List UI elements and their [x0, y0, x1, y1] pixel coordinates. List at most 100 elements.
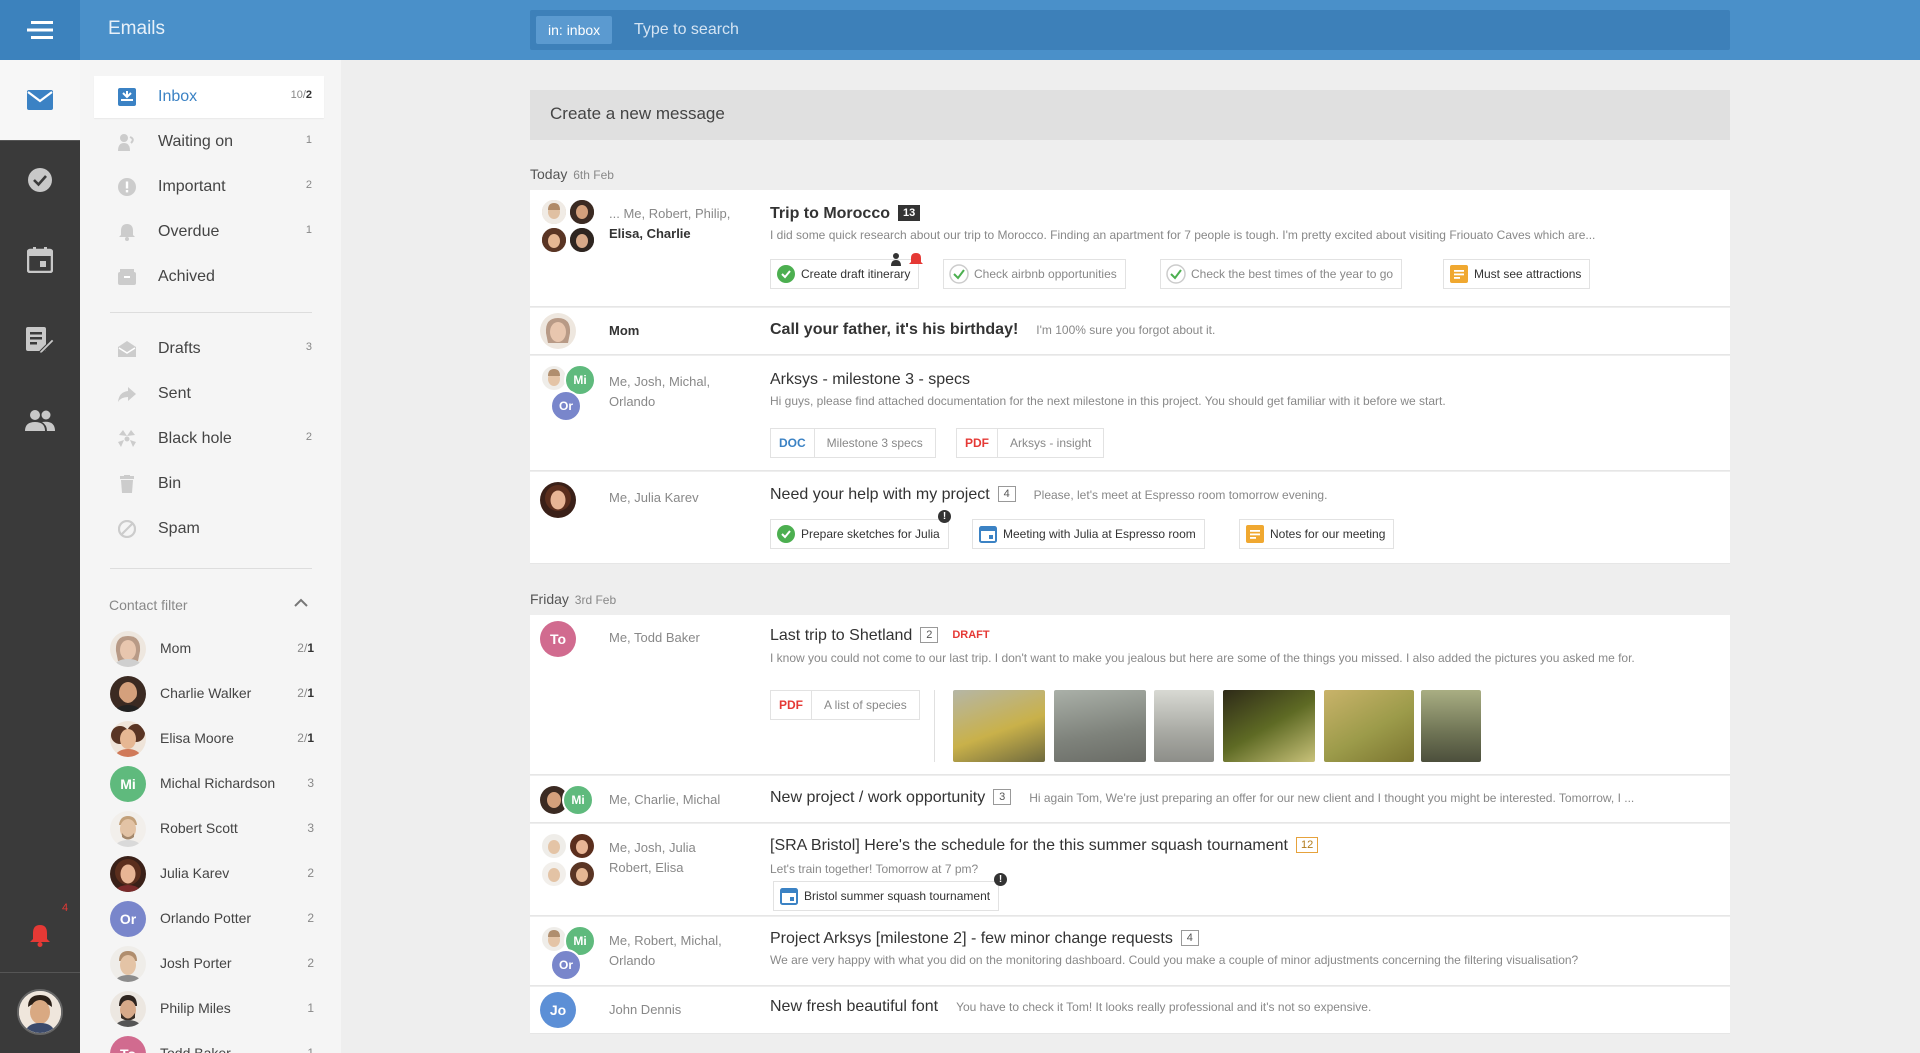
email-row[interactable]: Mi Or Me, Josh, Michal, Orlando Arksys -… — [530, 356, 1730, 471]
contact-item[interactable]: Julia Karev 2 — [110, 854, 314, 894]
avatar: Or — [550, 390, 582, 422]
contact-item[interactable]: Charlie Walker 2/1 — [110, 674, 314, 714]
image-thumbnail[interactable] — [953, 690, 1045, 762]
search-scope-chip[interactable]: in: inbox — [536, 16, 613, 44]
search-scope-value: inbox — [566, 22, 601, 38]
email-row[interactable]: To Me, Todd Baker Last trip to Shetland 2… — [530, 615, 1730, 775]
email-snippet: I did some quick research about our trip… — [770, 228, 1596, 242]
task-chip[interactable]: Check the best times of the year to go — [1160, 259, 1403, 289]
email-snippet: I'm 100% sure you forgot about it. — [1036, 323, 1216, 337]
contact-count: 2 — [307, 956, 314, 970]
folder-sent[interactable]: Sent — [94, 373, 324, 415]
search-input[interactable] — [634, 17, 1634, 43]
rail-notes[interactable] — [0, 300, 80, 380]
event-chip[interactable]: Meeting with Julia at Espresso room — [972, 519, 1205, 549]
menu-button[interactable] — [0, 0, 80, 60]
email-row[interactable]: Mom Call your father, it's his birthday!… — [530, 308, 1730, 355]
user-avatar[interactable] — [17, 989, 63, 1035]
sidebar-divider — [110, 568, 312, 569]
email-row[interactable]: ... Me, Robert, Philip, Elisa, Charlie Tr… — [530, 190, 1730, 307]
image-thumbnail[interactable] — [1223, 690, 1315, 762]
people-icon — [25, 410, 55, 431]
folder-important[interactable]: Important 2 — [94, 166, 324, 208]
compose-button[interactable]: Create a new message — [530, 90, 1730, 140]
folder-spam[interactable]: Spam — [94, 508, 324, 550]
folder-bin[interactable]: Bin — [94, 463, 324, 505]
folder-inbox[interactable]: Inbox 10/2 — [94, 76, 324, 118]
waiting-icon — [118, 134, 134, 151]
attachment-chip[interactable]: PDF Arksys - insight — [956, 428, 1105, 458]
folder-black-hole[interactable]: Black hole 2 — [94, 418, 324, 460]
bell-icon — [119, 224, 135, 241]
contact-item[interactable]: Mi Michal Richardson 3 — [110, 764, 314, 804]
note-chip[interactable]: Must see attractions — [1443, 259, 1591, 289]
email-subject: Project Arksys [milestone 2] - few minor… — [770, 930, 1199, 948]
task-chip[interactable]: Check airbnb opportunities — [943, 259, 1126, 289]
attachment-chip[interactable]: DOC Milestone 3 specs — [770, 428, 936, 458]
image-thumbnail[interactable] — [1324, 690, 1414, 762]
thread-count-badge: 4 — [1180, 930, 1199, 946]
bell-alert-icon — [30, 925, 50, 947]
avatar — [568, 198, 596, 226]
sidebar: Inbox 10/2 Waiting on 1 Important 2 Over… — [80, 60, 341, 1053]
check-outline-icon — [1166, 264, 1186, 284]
email-row[interactable]: Jo John Dennis New fresh beautiful font Y… — [530, 987, 1730, 1034]
rail-contacts[interactable] — [0, 380, 80, 460]
note-icon — [1450, 265, 1468, 283]
email-subject: New fresh beautiful font You have to chec… — [770, 998, 1372, 1015]
email-row[interactable]: Me, Josh, Julia Robert, Elisa [SRA Brist… — [530, 824, 1730, 916]
hamburger-icon — [27, 21, 53, 39]
avatar — [568, 860, 596, 888]
email-row[interactable]: Mi Or Me, Robert, Michal, Orlando Projec… — [530, 917, 1730, 986]
email-subject: Call your father, it's his birthday! I'm … — [770, 321, 1216, 338]
chevron-up-icon[interactable] — [294, 598, 308, 608]
sidebar-divider — [110, 312, 312, 313]
archive-icon — [118, 269, 136, 285]
avatar — [110, 631, 146, 667]
note-label: Notes for our meeting — [1270, 527, 1386, 541]
email-subject: Need your help with my project 4 Please, l… — [770, 486, 1328, 503]
folder-archived[interactable]: Achived — [94, 256, 324, 298]
email-snippet: Hi guys, please find attached documentat… — [770, 394, 1446, 408]
contact-item[interactable]: Philip Miles 1 — [110, 989, 314, 1029]
contact-item[interactable]: Or Orlando Potter 2 — [110, 899, 314, 939]
rail-calendar[interactable] — [0, 220, 80, 300]
folder-drafts[interactable]: Drafts 3 — [94, 328, 324, 370]
image-thumbnail[interactable] — [1154, 690, 1214, 762]
task-label: Check the best times of the year to go — [1191, 267, 1394, 281]
thread-count-badge: 4 — [997, 486, 1016, 502]
contact-name: Josh Porter — [160, 955, 232, 971]
avatar: Or — [110, 901, 146, 937]
rail-email[interactable] — [0, 60, 80, 140]
search-scope-prefix: in: — [548, 22, 563, 38]
email-row[interactable]: Me, Julia Karev Need your help with my p… — [530, 472, 1730, 564]
rail-tasks[interactable] — [0, 140, 80, 220]
day-header: Today 6th Feb — [530, 166, 614, 182]
file-type-label: DOC — [771, 429, 815, 457]
avatar — [540, 226, 568, 254]
contact-item[interactable]: Mom 2/1 — [110, 629, 314, 669]
email-row[interactable]: Mi Me, Charlie, Michal New project / wor… — [530, 776, 1730, 823]
spam-icon — [118, 520, 136, 538]
avatar-group: Mi Or — [540, 364, 600, 424]
task-chip[interactable]: Prepare sketches for Julia — [770, 519, 949, 549]
contact-item[interactable]: Elisa Moore 2/1 — [110, 719, 314, 759]
image-thumbnail[interactable] — [1421, 690, 1481, 762]
folder-overdue[interactable]: Overdue 1 — [94, 211, 324, 253]
app-title: Emails — [108, 18, 166, 39]
image-thumbnail[interactable] — [1054, 690, 1146, 762]
event-chip[interactable]: Bristol summer squash tournament — [773, 881, 1000, 911]
avatar: To — [540, 621, 576, 657]
folder-label: Waiting on — [158, 133, 233, 150]
folder-waiting-on[interactable]: Waiting on 1 — [94, 121, 324, 163]
contact-item[interactable]: Josh Porter 2 — [110, 944, 314, 984]
contact-item[interactable]: To Todd Baker 1 — [110, 1034, 314, 1053]
note-chip[interactable]: Notes for our meeting — [1239, 519, 1395, 549]
folder-count: 1 — [305, 224, 312, 236]
attachment-chip[interactable]: PDF A list of species — [770, 690, 920, 720]
email-participants: Mom — [609, 323, 640, 338]
contact-item[interactable]: Robert Scott 3 — [110, 809, 314, 849]
email-participants: John Dennis — [609, 1002, 682, 1017]
folder-label: Overdue — [158, 223, 220, 240]
black-hole-icon — [118, 430, 136, 447]
